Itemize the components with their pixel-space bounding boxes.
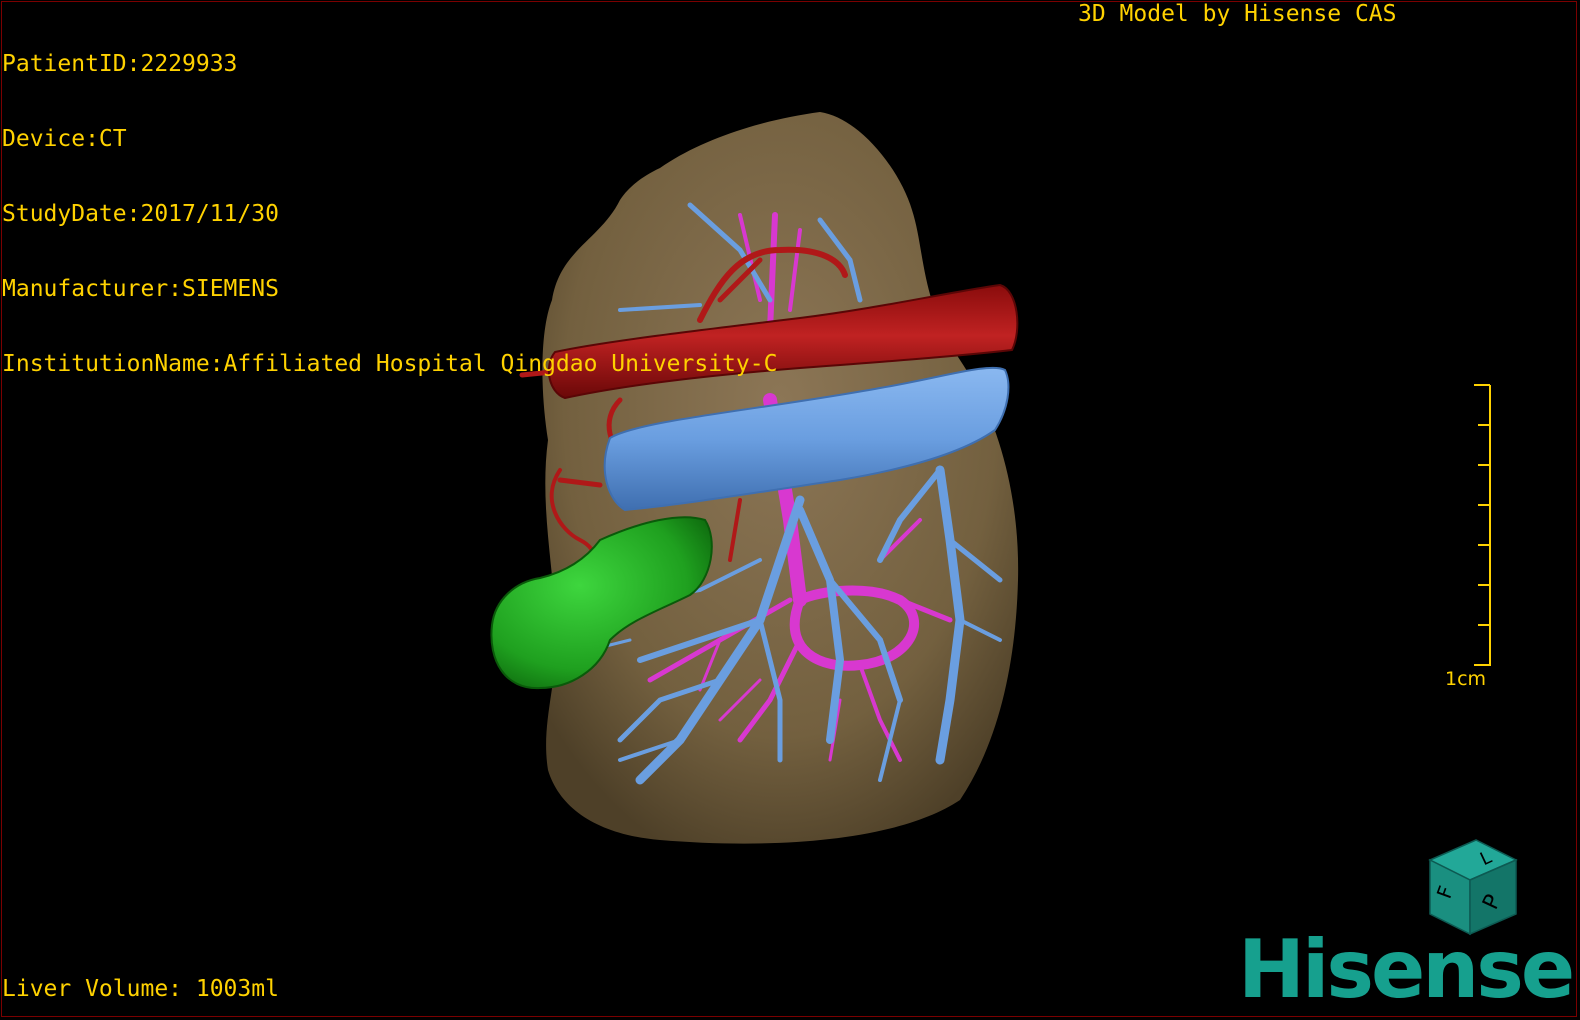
manufacturer-text: Manufacturer:SIEMENS [2, 276, 279, 302]
patient-id-text: PatientID:2229933 [2, 51, 238, 77]
institution-text: InstitutionName:Affiliated Hospital Qing… [2, 351, 778, 377]
device-text: Device:CT [2, 126, 127, 152]
model-credit-text: 3D Model by Hisense CAS [1078, 1, 1397, 27]
study-date-text: StudyDate:2017/11/30 [2, 201, 279, 227]
3d-viewport[interactable]: PatientID:2229933 Device:CT StudyDate:20… [0, 0, 1580, 1020]
liver-volume-text: Liver Volume: 1003ml [2, 976, 279, 1002]
hisense-logo: Hisense [1238, 923, 1575, 1016]
dicom-info-overlay: PatientID:2229933 Device:CT StudyDate:20… [2, 2, 777, 427]
scale-bar [1474, 384, 1491, 666]
scale-bar-label: 1cm [1445, 668, 1487, 690]
